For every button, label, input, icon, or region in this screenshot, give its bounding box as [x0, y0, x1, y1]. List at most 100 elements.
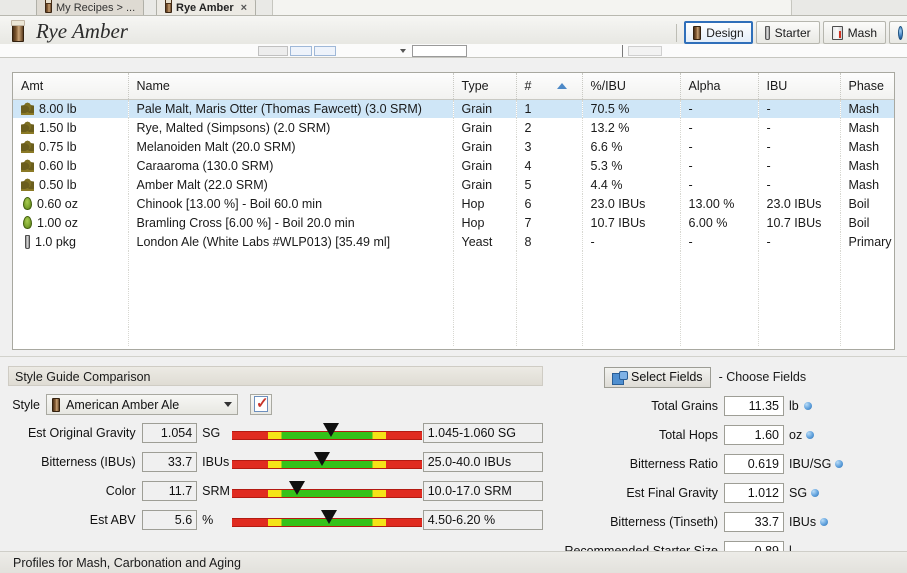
column-header-alpha[interactable]: Alpha — [680, 73, 759, 100]
cell-ibu: - — [758, 232, 841, 251]
cell-phase: Boil — [848, 196, 870, 211]
cell-name: Bramling Cross [6.00 %] - Boil 20.0 min — [128, 213, 454, 232]
column-header-ibu[interactable]: IBU — [758, 73, 841, 100]
gauge-marker — [323, 423, 340, 437]
calculated-field-row: Total Grains 11.35 lb — [548, 395, 907, 417]
hop-icon — [23, 216, 32, 229]
field-value[interactable]: 33.7 — [724, 512, 784, 532]
field-value[interactable]: 1.60 — [724, 425, 784, 445]
metric-value[interactable]: 11.7 — [141, 481, 198, 501]
field-value[interactable]: 11.35 — [724, 396, 784, 416]
field-indicator-dot[interactable] — [804, 402, 812, 410]
calculated-field-row: Bitterness (Tinseth) 33.7 IBUs — [548, 511, 907, 533]
table-row[interactable]: 1.00 oz Bramling Cross [6.00 %] - Boil 20… — [13, 213, 894, 232]
puzzle-piece-icon — [612, 370, 628, 385]
view-button-web[interactable] — [889, 21, 907, 44]
metric-value[interactable]: 1.054 — [141, 423, 198, 443]
style-dropdown[interactable]: American Amber Ale — [46, 394, 238, 415]
metric-label: Bitterness (IBUs) — [41, 455, 136, 469]
table-row-empty — [13, 251, 894, 270]
gauge-marker — [321, 510, 338, 524]
cell-ibu: - — [758, 118, 841, 137]
tab-rye-amber[interactable]: Rye Amber × — [156, 0, 257, 15]
cell-type: Grain — [453, 137, 517, 156]
field-indicator-dot[interactable] — [820, 518, 829, 526]
field-value[interactable]: 0.619 — [724, 454, 784, 474]
tab-label: My Recipes > ... — [56, 2, 136, 14]
cell-name: London Ale (White Labs #WLP013) [35.49 m… — [128, 232, 454, 251]
style-range-value: 25.0-40.0 IBUs — [422, 452, 543, 472]
toolbar-control[interactable] — [628, 46, 662, 56]
cell-alpha: - — [680, 232, 759, 251]
column-header-number[interactable]: # — [516, 73, 583, 100]
field-indicator-dot[interactable] — [835, 460, 844, 468]
toolbar-input[interactable] — [412, 45, 467, 57]
cell-number: 5 — [516, 175, 583, 194]
metric-label: Est ABV — [89, 513, 136, 527]
cell-name: Pale Malt, Maris Otter (Thomas Fawcett) … — [128, 99, 454, 118]
column-header-phase[interactable]: Phase — [840, 73, 894, 100]
view-button-starter[interactable]: Starter — [755, 21, 820, 44]
field-value[interactable]: 1.012 — [724, 483, 784, 503]
view-button-mash[interactable]: Mash — [822, 21, 886, 44]
amt-value: 1.50 lb — [39, 120, 77, 135]
toolbar-control[interactable] — [314, 46, 336, 56]
cell-pct-ibu: 10.7 IBUs — [582, 213, 681, 232]
metric-unit: SG — [202, 426, 221, 440]
table-row[interactable]: 1.50 lb Rye, Malted (Simpsons) (2.0 SRM) G… — [13, 118, 894, 137]
cell-phase: Mash — [848, 139, 880, 154]
tab-bar: My Recipes > ... Rye Amber × — [0, 0, 907, 16]
column-header-amt[interactable]: Amt — [13, 73, 129, 100]
cell-pct-ibu: 4.4 % — [582, 175, 681, 194]
metric-value[interactable]: 33.7 — [141, 452, 198, 472]
tab-my-recipes[interactable]: My Recipes > ... — [36, 0, 145, 15]
gauge-bar — [231, 489, 422, 498]
cell-number: 1 — [516, 99, 583, 118]
grain-icon — [21, 140, 34, 153]
ingredients-grid[interactable]: Amt Name Type # %/IBU Alpha IBU Phase 8.… — [12, 72, 895, 350]
style-range-value: 10.0-17.0 SRM — [422, 481, 543, 501]
panel-splitter[interactable] — [0, 356, 907, 362]
cell-number: 8 — [516, 232, 583, 251]
table-row[interactable]: 8.00 lb Pale Malt, Maris Otter (Thomas Fa… — [13, 99, 894, 118]
view-button-design[interactable]: Design — [684, 21, 753, 44]
amt-value: 0.60 oz — [37, 196, 79, 211]
style-selector-row: Style American Amber Ale — [8, 394, 543, 415]
style-range-gauge — [231, 452, 422, 472]
toolbar-control[interactable] — [258, 46, 288, 56]
column-header-type[interactable]: Type — [453, 73, 517, 100]
cell-ibu: - — [758, 137, 841, 156]
field-indicator-dot[interactable] — [806, 431, 815, 439]
style-range-gauge — [231, 510, 422, 530]
toolbar-control[interactable] — [290, 46, 312, 56]
beer-glass-icon — [52, 397, 60, 412]
select-fields-label: Select Fields — [631, 370, 703, 384]
field-indicator-dot[interactable] — [811, 489, 820, 497]
beer-glass-icon — [165, 0, 172, 13]
cell-amt: 0.50 lb — [13, 175, 129, 194]
select-fields-button[interactable]: Select Fields — [604, 366, 711, 388]
table-row[interactable]: 0.50 lb Amber Malt (22.0 SRM) Grain 5 4.4 % -… — [13, 175, 894, 194]
table-row[interactable]: 0.60 lb Caraaroma (130.0 SRM) Grain 4 5.3 % -… — [13, 156, 894, 175]
column-header-name[interactable]: Name — [128, 73, 454, 100]
view-button-label: Mash — [847, 25, 877, 40]
chevron-down-icon[interactable] — [400, 49, 406, 53]
yeast-icon — [25, 234, 30, 249]
table-row[interactable]: 0.75 lb Melanoiden Malt (20.0 SRM) Grain 3 6… — [13, 137, 894, 156]
field-unit: SG — [789, 486, 808, 500]
metric-value[interactable]: 5.6 — [141, 510, 198, 530]
cell-ibu: - — [758, 175, 841, 194]
edit-style-button[interactable] — [250, 394, 272, 415]
metric-unit: % — [202, 513, 214, 527]
cell-phase: Mash — [840, 99, 894, 118]
select-fields-row: Select Fields - Choose Fields — [604, 366, 907, 388]
cell-phase: Boil — [848, 215, 870, 230]
style-metric-row: Bitterness (IBUs) 33.7 IBUs 25.0-40.0 IBUs — [8, 451, 543, 473]
field-unit: IBU/SG — [789, 457, 832, 471]
style-range-value: 4.50-6.20 % — [422, 510, 543, 530]
close-icon[interactable]: × — [241, 2, 247, 14]
table-row[interactable]: 0.60 oz Chinook [13.00 %] - Boil 60.0 min… — [13, 194, 894, 213]
column-header-pct-ibu[interactable]: %/IBU — [582, 73, 681, 100]
field-unit: IBUs — [789, 515, 817, 529]
table-row[interactable]: 1.0 pkg London Ale (White Labs #WLP013) [… — [13, 232, 894, 251]
